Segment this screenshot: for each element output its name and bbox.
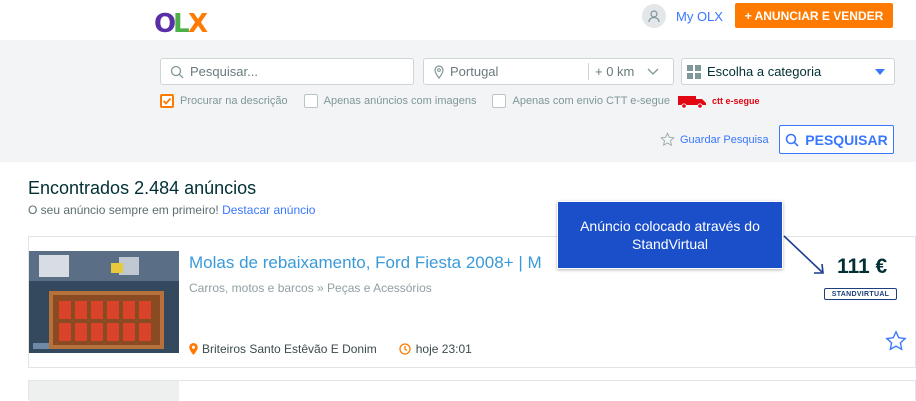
filter-options: Procurar na descrição Apenas anúncios co… [160,93,760,109]
results-count: Encontrados 2.484 anúncios [28,178,257,198]
ctt-checkbox-label: Apenas com envio CTT e-segue [512,95,671,107]
listing-thumbnail-next [29,381,179,401]
olx-logo[interactable]: O L X [150,2,210,40]
description-checkbox[interactable] [160,94,174,108]
caret-down-icon [875,68,885,75]
search-input[interactable]: Pesquisar... [160,58,414,85]
ctt-checkbox[interactable] [492,94,507,108]
grid-icon [687,64,701,79]
ctt-truck-icon [676,93,710,109]
chevron-down-icon[interactable] [647,68,659,76]
images-checkbox[interactable] [303,94,318,108]
announce-button[interactable]: + ANUNCIAR E VENDER [735,3,893,28]
description-checkbox-label: Procurar na descrição [180,95,288,107]
tooltip-arrow-icon [783,235,824,274]
myolx-label: My OLX [676,8,723,24]
search-icon [170,65,184,79]
listing-category: Carros, motos e barcos » Peças e Acessór… [189,281,432,295]
radius-value: + 0 km [595,64,635,79]
myolx-link[interactable]: My OLX [642,3,723,29]
listing-thumbnail[interactable] [29,251,179,353]
user-icon [642,4,666,28]
listing-price: 111 € [837,255,888,278]
search-panel: Pesquisar... Portugal + 0 km Escolha a c… [0,40,916,162]
category-select[interactable]: Escolha a categoria [681,58,895,85]
standvirtual-logo: STANDVIRTUAL [824,288,897,300]
promo-line: O seu anúncio sempre em primeiro! Destac… [28,203,315,217]
listing-location: Briteiros Santo Estêvão E Donim [202,342,377,356]
ctt-brand: ctt e-segue [712,96,760,106]
divider [588,63,589,80]
svg-text:X: X [188,9,208,39]
images-checkbox-label: Apenas anúncios com imagens [323,95,477,107]
favorite-star-icon[interactable] [885,330,907,352]
search-button[interactable]: PESQUISAR [779,125,894,154]
save-search-link[interactable]: Guardar Pesquisa [660,132,769,147]
listing-meta: Briteiros Santo Estêvão E Donim hoje 23:… [189,342,472,356]
promo-text: O seu anúncio sempre em primeiro! [28,203,219,217]
listing-time: hoje 23:01 [415,342,472,356]
search-placeholder: Pesquisar... [190,64,258,79]
clock-icon [399,343,411,355]
search-icon [785,133,799,147]
save-search-label: Guardar Pesquisa [680,133,769,146]
category-value: Escolha a categoria [707,64,822,79]
search-button-label: PESQUISAR [805,131,888,148]
star-outline-icon [660,132,675,147]
top-header: O L X My OLX + ANUNCIAR E VENDER [0,0,916,40]
location-value: Portugal [450,64,499,79]
location-pin-icon [189,343,198,355]
location-pin-icon [434,64,444,79]
promo-link[interactable]: Destacar anúncio [222,203,315,217]
listing-title[interactable]: Molas de rebaixamento, Ford Fiesta 2008+… [189,253,609,273]
standvirtual-tooltip: Anúncio colocado através do StandVirtual [557,201,783,269]
location-field[interactable]: Portugal + 0 km [423,58,674,85]
listing-card-next[interactable] [28,380,916,401]
